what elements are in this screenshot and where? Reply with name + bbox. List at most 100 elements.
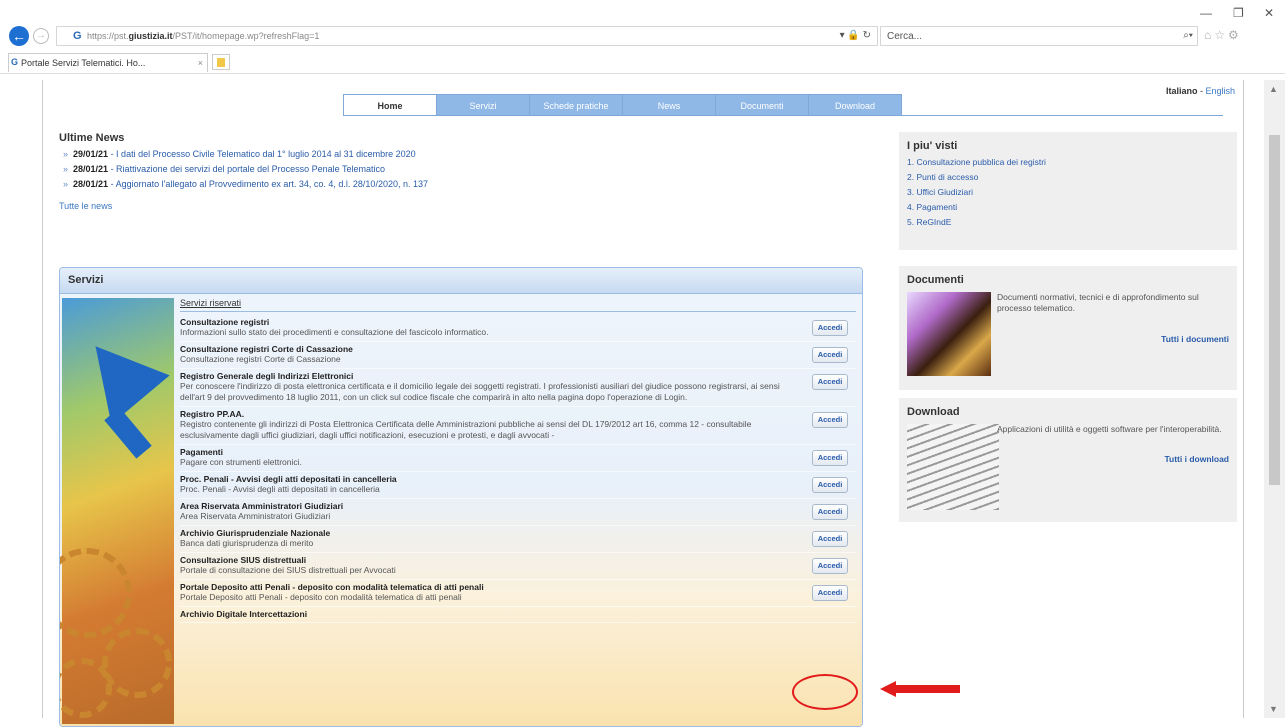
- accedi-button[interactable]: Accedi: [812, 347, 848, 363]
- keyboard-image: [907, 424, 999, 510]
- list-item: Pagamenti Pagare con strumenti elettronic…: [180, 445, 856, 472]
- news-item[interactable]: » 29/01/21 - I dati del Processo Civile T…: [63, 149, 839, 159]
- tab-documenti[interactable]: Documenti: [715, 94, 809, 116]
- accedi-button[interactable]: Accedi: [812, 320, 848, 336]
- lang-english-link[interactable]: English: [1205, 86, 1235, 96]
- servizi-panel: Servizi Servizi riservati Consultazione …: [59, 267, 863, 727]
- maximize-icon[interactable]: ❐: [1233, 6, 1244, 20]
- list-item: Proc. Penali - Avvisi degli atti deposit…: [180, 472, 856, 499]
- accedi-button[interactable]: Accedi: [812, 558, 848, 574]
- decorative-cursor-gears-image: [60, 298, 174, 724]
- tab-schede-pratiche[interactable]: Schede pratiche: [529, 94, 623, 116]
- list-item: Consultazione SIUS distrettuali Portale d…: [180, 553, 856, 580]
- all-downloads-link[interactable]: Tutti i download: [1164, 454, 1229, 464]
- documenti-text: Documenti normativi, tecnici e di approf…: [997, 292, 1199, 313]
- service-name: Pagamenti: [180, 447, 223, 457]
- news-date: 29/01/21: [73, 149, 109, 159]
- accedi-button[interactable]: Accedi: [812, 504, 848, 520]
- service-name: Archivio Giurisprudenziale Nazionale: [180, 528, 331, 538]
- download-box: Download Applicazioni di utilità e ogget…: [899, 398, 1237, 522]
- tab-servizi[interactable]: Servizi: [436, 94, 530, 116]
- minimize-icon[interactable]: —: [1200, 6, 1212, 20]
- news-item[interactable]: » 28/01/21 - Riattivazione dei servizi de…: [63, 164, 839, 174]
- browser-chrome: ← → G https://pst.giustizia.it/PST/it/ho…: [0, 0, 1285, 80]
- browser-search-input[interactable]: Cerca... ⌕▾: [880, 26, 1198, 46]
- list-item: Archivio Giurisprudenziale Nazionale Banc…: [180, 526, 856, 553]
- address-bar[interactable]: G https://pst.giustizia.it/PST/it/homepa…: [56, 26, 878, 46]
- search-icon[interactable]: ⌕▾: [1183, 30, 1193, 41]
- scroll-thumb[interactable]: [1269, 135, 1280, 485]
- search-placeholder: Cerca...: [887, 31, 923, 42]
- forward-arrow-icon[interactable]: →: [33, 28, 49, 44]
- service-name: Archivio Digitale Intercettazioni: [180, 609, 308, 619]
- news-date: 28/01/21: [73, 179, 109, 189]
- download-text: Applicazioni di utilità e oggetti softwa…: [997, 424, 1222, 434]
- list-item: Consultazione registri Corte di Cassazio…: [180, 342, 856, 369]
- tab-download[interactable]: Download: [808, 94, 902, 116]
- service-name: Portale Deposito atti Penali - deposito …: [180, 582, 484, 592]
- servizi-title: Servizi: [60, 268, 862, 294]
- servizi-body: Servizi riservati Consultazione registri…: [60, 294, 862, 726]
- browser-tab-title: Portale Servizi Telematici. Ho...: [21, 58, 146, 68]
- service-desc: Proc. Penali - Avvisi degli atti deposit…: [180, 484, 380, 494]
- piu-visti-item[interactable]: 2. Punti di accesso: [907, 172, 1229, 182]
- accedi-button[interactable]: Accedi: [812, 412, 848, 428]
- tab-home[interactable]: Home: [343, 94, 437, 116]
- accedi-button[interactable]: Accedi: [812, 374, 848, 390]
- page-scrollbar[interactable]: ▲ ▼: [1264, 80, 1285, 718]
- browser-tab[interactable]: G Portale Servizi Telematici. Ho... ×: [8, 53, 208, 72]
- service-desc: Per conoscere l'indirizzo di posta elett…: [180, 381, 780, 402]
- service-desc: Portale Deposito atti Penali - deposito …: [180, 592, 462, 602]
- service-name: Consultazione registri: [180, 317, 270, 327]
- site-favicon-icon: G: [73, 30, 82, 42]
- service-name: Registro PP.AA.: [180, 409, 245, 419]
- services-list: Servizi riservati Consultazione registri…: [180, 298, 856, 623]
- piu-visti-item[interactable]: 3. Uffici Giudiziari: [907, 187, 1229, 197]
- servizi-riservati-heading: Servizi riservati: [180, 298, 856, 312]
- service-desc: Portale di consultazione dei SIUS distre…: [180, 565, 396, 575]
- piu-visti-item[interactable]: 4. Pagamenti: [907, 202, 1229, 212]
- scroll-up-icon[interactable]: ▲: [1269, 84, 1278, 94]
- address-controls-icon[interactable]: ▾ 🔒 ↻: [840, 30, 871, 41]
- tab-close-icon[interactable]: ×: [198, 58, 203, 68]
- close-window-icon[interactable]: ✕: [1264, 6, 1274, 20]
- list-item: Registro Generale degli Indirizzi Elettr…: [180, 369, 856, 407]
- tab-news[interactable]: News: [622, 94, 716, 116]
- toolbar-icons[interactable]: ⌂☆⚙: [1204, 28, 1242, 42]
- documenti-box: Documenti Documenti normativi, tecnici e…: [899, 266, 1237, 390]
- service-name: Consultazione registri Corte di Cassazio…: [180, 344, 353, 354]
- accedi-button[interactable]: Accedi: [812, 477, 848, 493]
- scroll-down-icon[interactable]: ▼: [1269, 704, 1278, 714]
- news-text[interactable]: - Aggiornato l'allegato al Provvedimento…: [108, 179, 428, 189]
- list-item: Portale Deposito atti Penali - deposito …: [180, 580, 856, 607]
- list-item: Archivio Digitale Intercettazioni: [180, 607, 856, 623]
- accedi-deposito-penali-button[interactable]: Accedi: [812, 585, 848, 601]
- service-desc: Registro contenente gli indirizzi di Pos…: [180, 419, 752, 440]
- news-date: 28/01/21: [73, 164, 109, 174]
- service-name: Consultazione SIUS distrettuali: [180, 555, 307, 565]
- service-desc: Consultazione registri Corte di Cassazio…: [180, 354, 341, 364]
- new-tab-button[interactable]: [212, 54, 230, 70]
- service-name: Proc. Penali - Avvisi degli atti deposit…: [180, 474, 397, 484]
- address-url: https://pst.giustizia.it/PST/it/homepage…: [87, 31, 320, 41]
- list-item: Consultazione registri Informazioni sullo…: [180, 315, 856, 342]
- service-desc: Pagare con strumenti elettronici.: [180, 457, 302, 467]
- bullet-icon: »: [63, 164, 69, 174]
- back-arrow-icon[interactable]: ←: [9, 26, 29, 46]
- news-item[interactable]: » 28/01/21 - Aggiornato l'allegato al Pro…: [63, 179, 839, 189]
- piu-visti-item[interactable]: 1. Consultazione pubblica dei registri: [907, 157, 1229, 167]
- piu-visti-title: I piu' visti: [907, 140, 958, 152]
- service-desc: Informazioni sullo stato dei procediment…: [180, 327, 489, 337]
- bullet-icon: »: [63, 149, 69, 159]
- page-content: Italiano - English Home Servizi Schede p…: [42, 80, 1244, 727]
- nav-divider: [343, 115, 1223, 116]
- download-title: Download: [907, 406, 960, 418]
- news-text[interactable]: - Riattivazione dei servizi del portale …: [108, 164, 385, 174]
- accedi-button[interactable]: Accedi: [812, 531, 848, 547]
- lang-current: Italiano: [1165, 86, 1198, 96]
- all-documents-link[interactable]: Tutti i documenti: [1161, 334, 1229, 344]
- all-news-link[interactable]: Tutte le news: [59, 201, 839, 211]
- piu-visti-item[interactable]: 5. ReGIndE: [907, 217, 1229, 227]
- news-text[interactable]: - I dati del Processo Civile Telematico …: [108, 149, 416, 159]
- accedi-button[interactable]: Accedi: [812, 450, 848, 466]
